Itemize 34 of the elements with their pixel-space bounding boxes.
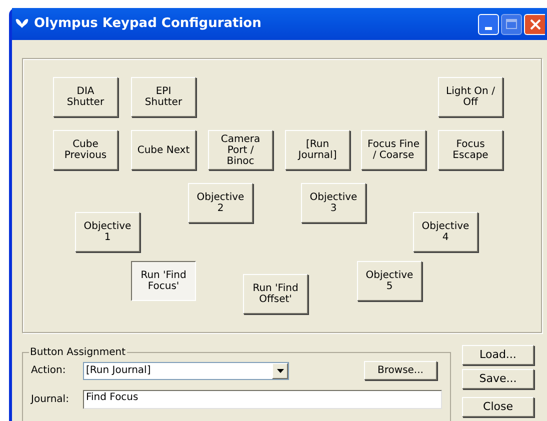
dialog-button[interactable]: Load... [462, 345, 534, 365]
keypad-button[interactable]: DIA Shutter [53, 77, 118, 117]
minimize-button[interactable] [478, 14, 499, 34]
keypad-button[interactable]: Cube Previous [53, 130, 118, 170]
keypad-button[interactable]: Objective 4 [413, 212, 478, 252]
keypad-button[interactable]: EPI Shutter [131, 77, 196, 117]
keypad-button[interactable]: [Run Journal] [285, 130, 350, 170]
group-title: Button Assignment [29, 346, 127, 360]
minimize-icon [485, 26, 492, 30]
action-label: Action: [31, 364, 67, 378]
close-button[interactable] [524, 14, 545, 34]
keypad-button[interactable]: Objective 5 [357, 261, 422, 301]
butterfly-icon [15, 18, 29, 30]
window-title: Olympus Keypad Configuration [34, 15, 262, 34]
keypad-button[interactable]: Run 'Find Focus' [131, 261, 196, 301]
maximize-icon [506, 19, 517, 29]
journal-label: Journal: [31, 393, 70, 407]
keypad-button[interactable]: Light On / Off [438, 77, 503, 117]
journal-field[interactable]: Find Focus [83, 390, 442, 409]
keypad-button[interactable]: Focus Fine / Coarse [361, 130, 426, 170]
keypad-button[interactable]: Objective 1 [75, 212, 140, 252]
close-icon [530, 18, 540, 30]
dialog-button[interactable]: Close [462, 397, 534, 417]
keypad-button[interactable]: Objective 3 [301, 183, 366, 223]
maximize-button[interactable] [501, 14, 522, 34]
dialog-button[interactable]: Save... [462, 369, 534, 389]
dropdown-value: [Run Journal] [85, 364, 152, 378]
keypad-button[interactable]: Objective 2 [188, 183, 253, 223]
keypad-button[interactable]: Cube Next [131, 130, 196, 170]
keypad-button[interactable]: Focus Escape [438, 130, 503, 170]
browse-button[interactable]: Browse... [364, 361, 437, 380]
action-dropdown[interactable]: [Run Journal] [83, 362, 289, 380]
keypad-button[interactable]: Run 'Find Offset' [243, 274, 308, 314]
keypad-button[interactable]: Camera Port / Binoc [208, 130, 273, 170]
